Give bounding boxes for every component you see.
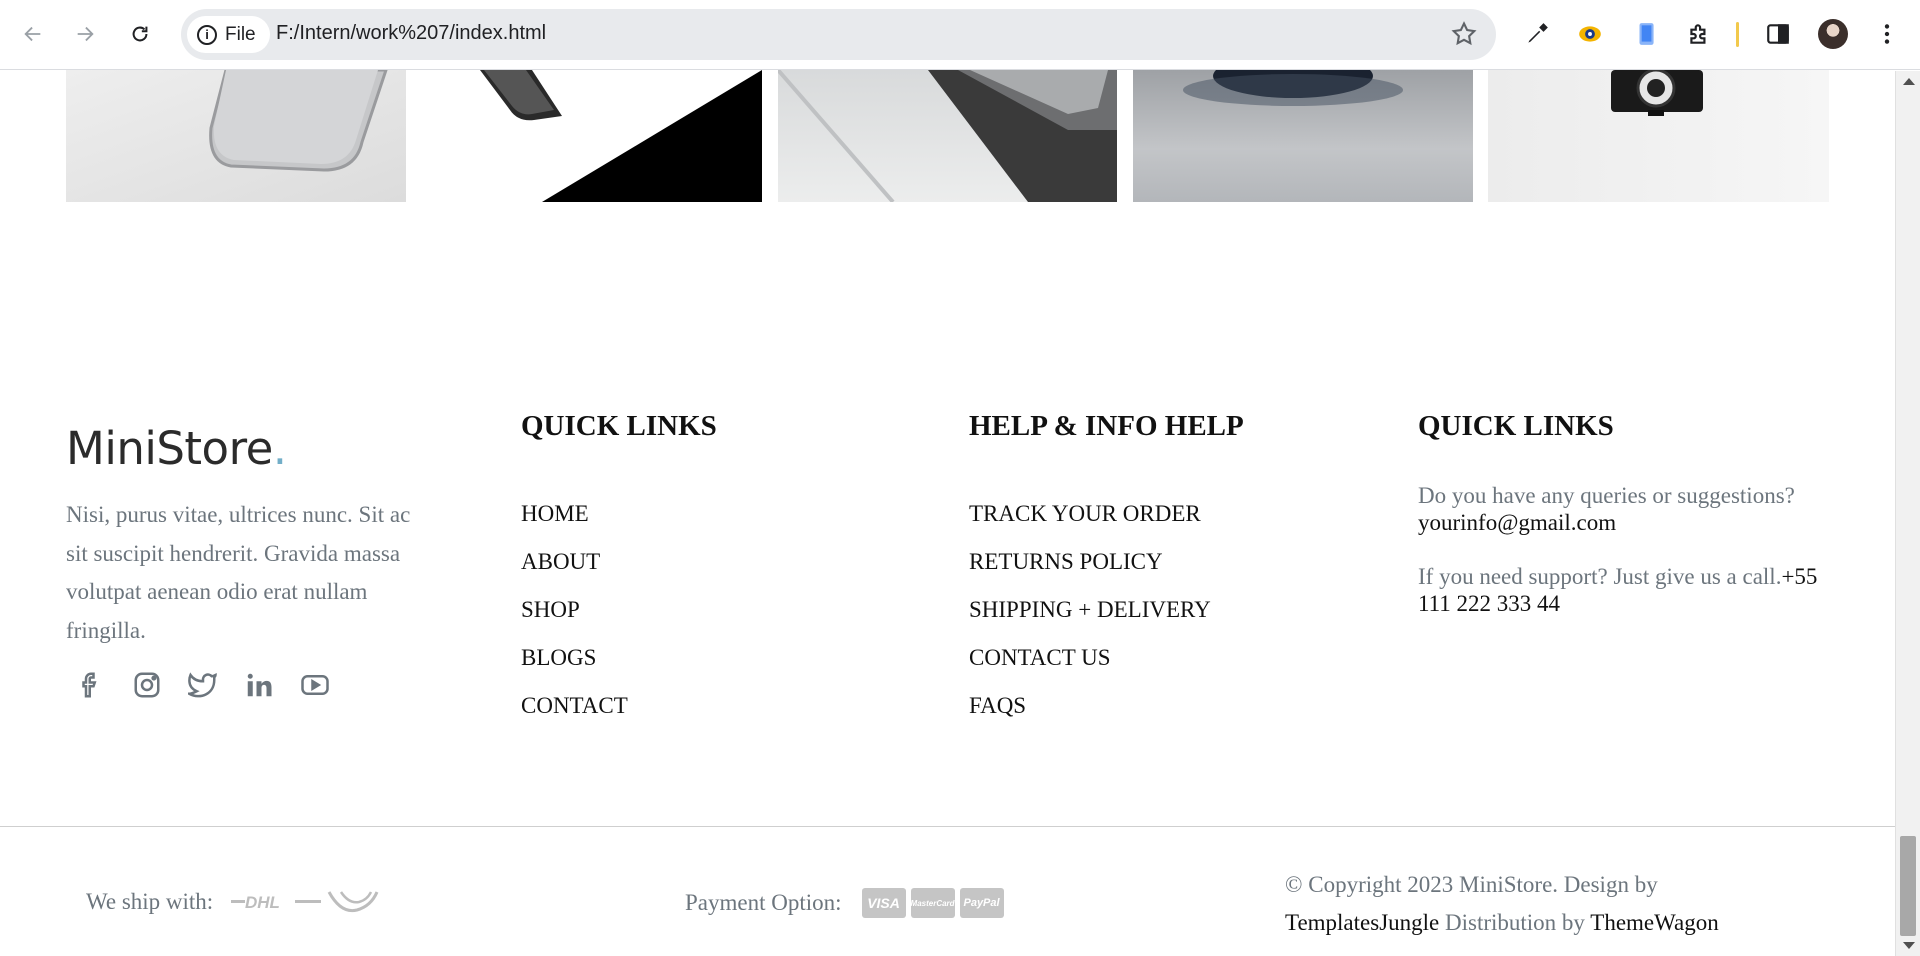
toolbar-separator	[1736, 22, 1739, 47]
instagram-icon[interactable]	[132, 665, 188, 705]
info-icon: i	[197, 24, 217, 45]
contact-support: If you need support? Just give us a call…	[1418, 563, 1838, 617]
reload-icon	[132, 26, 148, 42]
contact-email-link[interactable]: yourinfo@gmail.com	[1418, 510, 1616, 535]
browser-toolbar: i File F:/Intern/work%207/index.html	[0, 0, 1920, 70]
extensions-puzzle-icon[interactable]	[1684, 19, 1714, 49]
mastercard-icon: MasterCard	[910, 888, 955, 918]
gallery-image-phone[interactable]	[66, 70, 406, 202]
profile-avatar[interactable]	[1818, 19, 1848, 49]
help-info-title: HELP & INFO HELP	[969, 410, 1244, 442]
footer-divider	[0, 826, 1895, 827]
footer-link-track-order[interactable]: TRACK YOUR ORDER	[969, 490, 1211, 538]
footer-link-contact-us[interactable]: CONTACT US	[969, 634, 1211, 682]
url-text[interactable]: F:/Intern/work%207/index.html	[276, 22, 546, 45]
social-links	[76, 665, 356, 705]
eye-extension-icon[interactable]	[1575, 19, 1605, 49]
scroll-down-arrow[interactable]	[1903, 942, 1915, 949]
kebab-menu-icon[interactable]	[1872, 19, 1902, 49]
quick-links-title: QUICK LINKS	[521, 410, 717, 442]
copyright-prefix: © Copyright 2023 MiniStore. Design by	[1285, 872, 1658, 897]
dhl-logo-icon: DHL	[231, 893, 322, 912]
footer-link-returns-policy[interactable]: RETURNS POLICY	[969, 538, 1211, 586]
forward-button[interactable]	[66, 15, 104, 53]
help-info-list: TRACK YOUR ORDER RETURNS POLICY SHIPPING…	[969, 490, 1211, 730]
footer-link-about[interactable]: ABOUT	[521, 538, 628, 586]
logo-text: MiniStore	[66, 422, 273, 475]
address-bar[interactable]: i File F:/Intern/work%207/index.html	[181, 9, 1496, 60]
quick-links-list: HOME ABOUT SHOP BLOGS CONTACT	[521, 490, 628, 730]
gallery-image-tablet-box[interactable]	[778, 70, 1117, 202]
twitter-icon[interactable]	[188, 665, 244, 705]
footer-link-blogs[interactable]: BLOGS	[521, 634, 628, 682]
ship-label: We ship with:	[86, 889, 214, 914]
designer-link[interactable]: TemplatesJungle	[1285, 910, 1439, 935]
site-info-chip[interactable]: i File	[187, 16, 270, 53]
distribution-label: Distribution by	[1445, 910, 1585, 935]
gallery-image-speaker[interactable]	[1133, 70, 1473, 202]
visa-card-icon: VISA	[861, 888, 906, 918]
youtube-icon[interactable]	[300, 665, 356, 705]
eyedropper-extension-icon[interactable]	[1522, 19, 1552, 49]
footer-logo[interactable]: MiniStore.	[66, 422, 287, 475]
postal-logo-icon	[327, 891, 379, 913]
payment-label: Payment Option:	[685, 890, 842, 915]
svg-text:DHL: DHL	[245, 893, 280, 912]
contact-support-text: If you need support? Just give us a call…	[1418, 564, 1782, 589]
footer-about-text: Nisi, purus vitae, ultrices nunc. Sit ac…	[66, 502, 411, 643]
contact-column-title: QUICK LINKS	[1418, 410, 1614, 442]
arrow-left-icon	[24, 26, 41, 42]
footer-link-faqs[interactable]: FAQS	[969, 682, 1211, 730]
payment-options: Payment Option: VISA MasterCard PayPal	[685, 888, 1004, 918]
contact-query: Do you have any queries or suggestions? …	[1418, 482, 1838, 536]
footer-link-shipping-delivery[interactable]: SHIPPING + DELIVERY	[969, 586, 1211, 634]
arrow-right-icon	[77, 26, 94, 42]
footer-link-home[interactable]: HOME	[521, 490, 628, 538]
gallery-image-camera[interactable]	[1488, 70, 1829, 202]
footer-link-shop[interactable]: SHOP	[521, 586, 628, 634]
side-panel-icon[interactable]	[1763, 19, 1793, 49]
facebook-icon[interactable]	[76, 665, 132, 705]
bookmark-star-icon[interactable]	[1450, 20, 1478, 48]
gallery-image-watch[interactable]	[422, 70, 762, 202]
distributor-link[interactable]: ThemeWagon	[1590, 910, 1718, 935]
back-button[interactable]	[14, 15, 52, 53]
phone-extension-icon[interactable]	[1631, 19, 1661, 49]
contact-query-text: Do you have any queries or suggestions?	[1418, 483, 1795, 508]
paypal-icon: PayPal	[959, 888, 1004, 918]
instagram-gallery	[0, 70, 1895, 202]
logo-dot: .	[272, 422, 287, 475]
linkedin-icon[interactable]	[244, 665, 300, 705]
footer-link-contact[interactable]: CONTACT	[521, 682, 628, 730]
site-info-label: File	[225, 23, 256, 45]
page-scrollbar[interactable]	[1895, 71, 1920, 956]
copyright-text: © Copyright 2023 MiniStore. Design by Te…	[1285, 866, 1845, 942]
shipping-info: We ship with: DHL	[86, 888, 379, 916]
reload-button[interactable]	[121, 15, 159, 53]
scroll-thumb[interactable]	[1900, 836, 1916, 936]
scroll-up-arrow[interactable]	[1903, 78, 1915, 85]
